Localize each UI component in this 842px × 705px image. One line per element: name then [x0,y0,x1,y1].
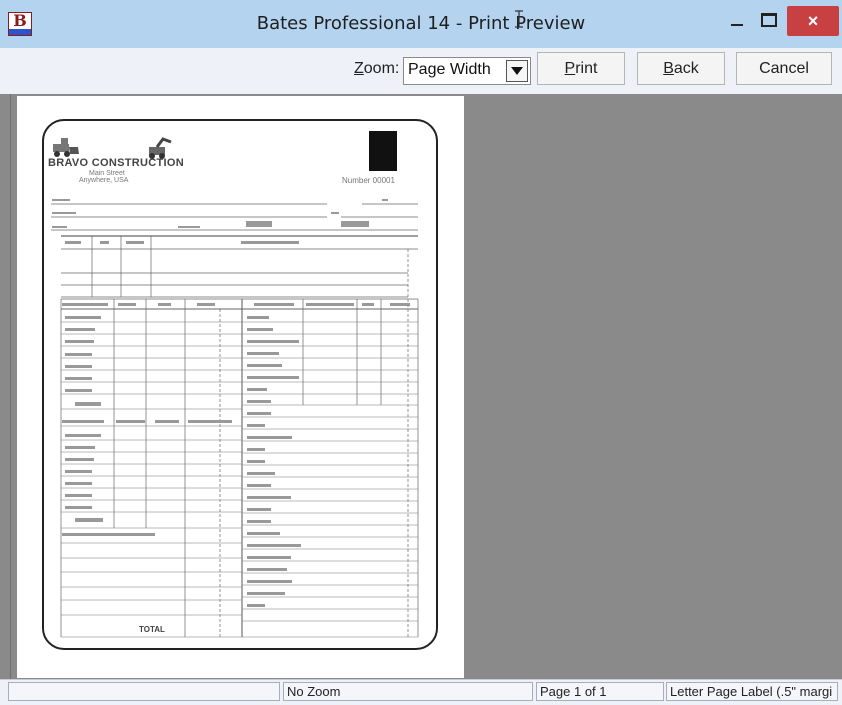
cancel-button[interactable]: Cancel [736,52,832,85]
status-page: Page 1 of 1 [536,682,664,701]
minimize-button[interactable] [726,6,748,34]
back-button[interactable]: Back [637,52,725,85]
zoom-select[interactable]: Page Width [403,57,531,85]
print-label: rint [575,59,598,77]
title-bar: B Bates Professional 14 - Print Preview … [0,0,842,49]
dropdown-arrow-icon[interactable] [506,60,528,82]
text-cursor-icon [515,10,523,28]
back-label: ack [673,59,699,77]
status-zoom: No Zoom [283,682,533,701]
zoom-label-text: oom: [363,60,400,77]
zoom-label-access-key: Z [354,60,364,77]
label-border [42,119,438,650]
window-title: Bates Professional 14 - Print Preview [256,13,586,34]
print-button[interactable]: Print [537,52,625,85]
close-button[interactable]: × [787,6,839,36]
status-label-format: Letter Page Label (.5" margi [666,682,838,701]
form-number: Number 00001 [342,176,395,185]
print-access-key: P [564,59,576,77]
zoom-label: Zoom: [354,60,399,78]
back-access-key: B [663,59,674,77]
zoom-select-value: Page Width [408,61,491,78]
company-address-line1: Main Street [89,170,125,177]
company-address-line2: Anywhere, USA [79,177,129,184]
maximize-button[interactable] [756,6,782,34]
status-panel-empty [8,682,280,701]
form-total-label: TOTAL [139,625,165,634]
company-name: BRAVO CONSTRUCTION [48,157,184,169]
black-badge-logo [369,131,397,171]
